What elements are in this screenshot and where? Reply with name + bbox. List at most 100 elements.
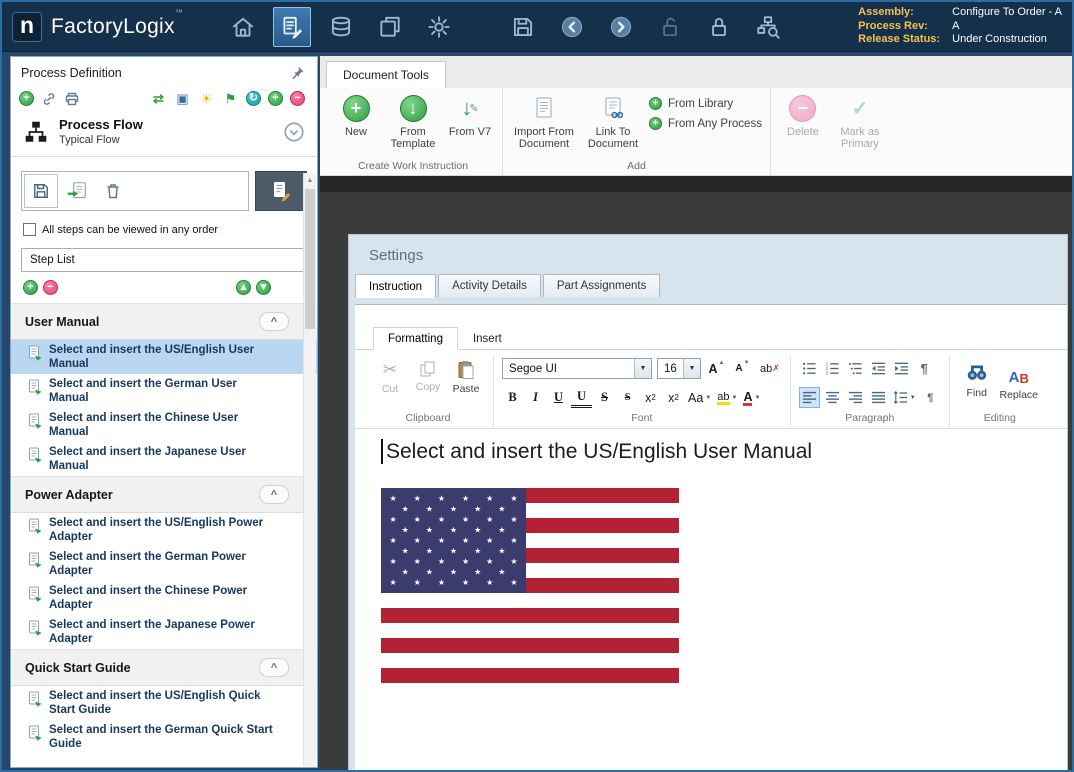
- increase-indent-button[interactable]: [891, 358, 912, 379]
- bold-button[interactable]: B: [502, 387, 523, 408]
- import-step-button[interactable]: [60, 174, 94, 208]
- print-icon[interactable]: [64, 91, 80, 107]
- double-strikethrough-button[interactable]: S: [617, 387, 638, 408]
- step-group-user-manual[interactable]: User Manual ^: [11, 303, 317, 340]
- step-group-power-adapter[interactable]: Power Adapter ^: [11, 476, 317, 513]
- forward-button[interactable]: [602, 7, 640, 47]
- shrink-font-button[interactable]: A▼: [732, 358, 753, 379]
- new-button[interactable]: + New: [332, 90, 380, 138]
- settings-button[interactable]: [420, 7, 458, 47]
- disable-step-icon[interactable]: −: [290, 91, 305, 106]
- chevron-down-icon[interactable]: ▼: [683, 359, 700, 378]
- paragraph-options-button[interactable]: ¶: [920, 387, 941, 408]
- back-button[interactable]: [553, 7, 591, 47]
- collapse-chevron-icon[interactable]: ^: [259, 312, 289, 331]
- grow-font-button[interactable]: A▲: [706, 358, 727, 379]
- align-right-button[interactable]: [845, 387, 866, 408]
- clear-formatting-button[interactable]: ab✗: [758, 358, 782, 379]
- edit-work-instruction-button[interactable]: [255, 171, 307, 211]
- tab-formatting[interactable]: Formatting: [373, 327, 458, 350]
- align-center-button[interactable]: [822, 387, 843, 408]
- collapse-chevron-icon[interactable]: ^: [259, 485, 289, 504]
- cut-button[interactable]: ✂ Cut: [371, 355, 409, 408]
- move-step-down-button[interactable]: ▾: [256, 280, 271, 295]
- step-item[interactable]: Select and insert the German Quick Start…: [11, 720, 317, 754]
- tab-instruction[interactable]: Instruction: [355, 274, 436, 298]
- align-left-button[interactable]: [799, 387, 820, 408]
- delete-button[interactable]: − Delete: [779, 90, 827, 138]
- save-step-button[interactable]: [24, 174, 58, 208]
- bullet-list-button[interactable]: [799, 358, 820, 379]
- step-item[interactable]: Select and insert the Chinese User Manua…: [11, 408, 317, 442]
- from-template-button[interactable]: ↓ From Template: [386, 90, 440, 150]
- change-case-button[interactable]: Aa▼: [686, 387, 713, 408]
- remove-step-button[interactable]: −: [43, 280, 58, 295]
- paste-button[interactable]: Paste: [447, 355, 485, 408]
- collapse-circle-icon[interactable]: [283, 121, 305, 143]
- font-color-button[interactable]: A▼: [741, 387, 762, 408]
- mark-as-primary-button[interactable]: ✓ Mark as Primary: [833, 90, 887, 150]
- process-flow-row[interactable]: Process Flow Typical Flow: [11, 113, 317, 157]
- pin-icon[interactable]: [289, 65, 305, 81]
- sync-icon[interactable]: ↻: [246, 91, 261, 106]
- link-icon[interactable]: [41, 91, 57, 107]
- double-underline-button[interactable]: U: [571, 387, 592, 408]
- justify-button[interactable]: [868, 387, 889, 408]
- step-list-scrollbar[interactable]: ▲: [303, 173, 316, 766]
- font-family-combo[interactable]: Segoe UI ▼: [502, 358, 652, 379]
- tab-insert[interactable]: Insert: [458, 327, 517, 350]
- numbered-list-button[interactable]: 123: [822, 358, 843, 379]
- home-button[interactable]: [224, 7, 262, 47]
- process-audit-button[interactable]: [749, 7, 787, 47]
- step-item[interactable]: Select and insert the US/English Quick S…: [11, 686, 317, 720]
- chevron-down-icon[interactable]: ▼: [634, 359, 651, 378]
- superscript-button[interactable]: x2: [640, 387, 661, 408]
- step-item[interactable]: Select and insert the US/English User Ma…: [11, 340, 317, 374]
- lock-button[interactable]: [700, 7, 738, 47]
- paragraph-marks-button[interactable]: ¶: [914, 358, 935, 379]
- reorder-steps-icon[interactable]: ⇄: [150, 90, 167, 107]
- link-to-document-button[interactable]: Link To Document: [583, 90, 643, 150]
- step-item[interactable]: Select and insert the Japanese Power Ada…: [11, 615, 317, 649]
- step-item[interactable]: Select and insert the German User Manual: [11, 374, 317, 408]
- find-button[interactable]: Find: [958, 355, 996, 408]
- move-step-up-button[interactable]: ▴: [236, 280, 251, 295]
- add-icon[interactable]: +: [19, 91, 34, 106]
- view-order-checkbox[interactable]: [23, 223, 36, 236]
- monitor-icon[interactable]: ▣: [174, 90, 191, 107]
- replace-button[interactable]: AB Replace: [996, 355, 1042, 408]
- collapse-chevron-icon[interactable]: ^: [259, 658, 289, 677]
- step-item[interactable]: Select and insert the Japanese User Manu…: [11, 442, 317, 476]
- from-any-process-button[interactable]: + From Any Process: [649, 117, 762, 130]
- tab-activity-details[interactable]: Activity Details: [438, 274, 541, 297]
- step-group-quick-start-guide[interactable]: Quick Start Guide ^: [11, 649, 317, 686]
- document-canvas[interactable]: Select and insert the US/English User Ma…: [355, 429, 1067, 683]
- add-step-button[interactable]: +: [23, 280, 38, 295]
- scroll-up-arrow[interactable]: ▲: [304, 173, 316, 187]
- delete-step-button[interactable]: [96, 174, 130, 208]
- save-button[interactable]: [504, 7, 542, 47]
- multilevel-list-button[interactable]: [845, 358, 866, 379]
- italic-button[interactable]: I: [525, 387, 546, 408]
- step-item[interactable]: Select and insert the Chinese Power Adap…: [11, 581, 317, 615]
- documents-button[interactable]: [371, 7, 409, 47]
- underline-button[interactable]: U: [548, 387, 569, 408]
- tab-document-tools[interactable]: Document Tools: [326, 61, 446, 88]
- from-v7-button[interactable]: ↓✎ From V7: [446, 90, 494, 138]
- tab-part-assignments[interactable]: Part Assignments: [543, 274, 660, 297]
- unlock-button[interactable]: [651, 7, 689, 47]
- strikethrough-button[interactable]: S: [594, 387, 615, 408]
- copy-button[interactable]: Copy: [409, 355, 447, 408]
- star-icon[interactable]: ☀: [198, 90, 215, 107]
- scrollbar-thumb[interactable]: [305, 189, 315, 329]
- from-library-button[interactable]: + From Library: [649, 97, 762, 110]
- import-from-document-button[interactable]: Import From Document: [511, 90, 577, 150]
- add-step-icon[interactable]: +: [268, 91, 283, 106]
- materials-button[interactable]: [322, 7, 360, 47]
- flag-icon[interactable]: ⚑: [222, 90, 239, 107]
- step-item[interactable]: Select and insert the US/English Power A…: [11, 513, 317, 547]
- step-item[interactable]: Select and insert the German Power Adapt…: [11, 547, 317, 581]
- text-highlight-button[interactable]: ab▼: [715, 387, 739, 408]
- font-size-combo[interactable]: 16 ▼: [657, 358, 701, 379]
- subscript-button[interactable]: x2: [663, 387, 684, 408]
